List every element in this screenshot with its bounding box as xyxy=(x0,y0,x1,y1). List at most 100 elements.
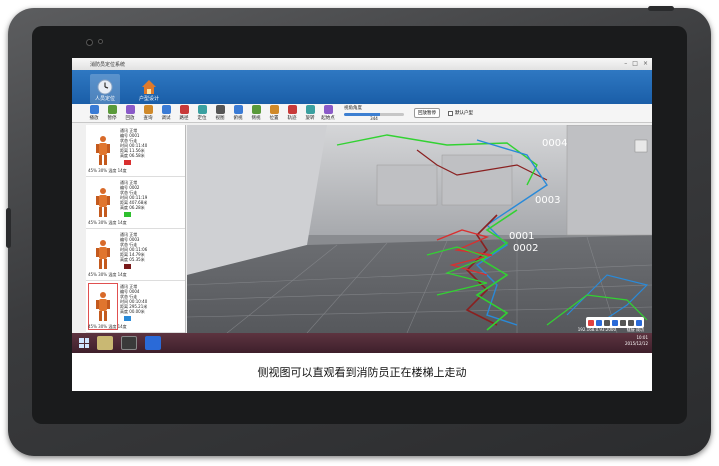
firefighter-list: 通讯 正常 编号 0001 状态 行走 时间 00:11:40 距离 11.56米 高度 … xyxy=(86,125,186,333)
firefighter-card[interactable]: 通讯 正常 编号 0004 状态 行走 时间 00:10:40 距离 295.21米 高度… xyxy=(86,281,185,333)
toolbar-button-label: 查询 xyxy=(143,116,153,121)
ip-address: 192.168.0.93:2000 xyxy=(577,327,616,332)
clock-icon xyxy=(97,79,113,95)
view-angle-control: 视角角度 344 xyxy=(344,105,404,121)
toolbar-button-label: 位置 xyxy=(269,116,279,121)
tag-0002: 0002 xyxy=(513,243,539,254)
battery-temperature: 45% 30% 温度 14度 xyxy=(88,324,127,329)
side-view-3d[interactable]: 0004 0003 0001 0002 xyxy=(187,125,652,333)
ribbon-tab-label: 户型设计 xyxy=(138,96,159,102)
window-title: 消防员定位系统 xyxy=(90,61,126,68)
toolbar-button[interactable]: 侧视 xyxy=(248,105,264,121)
toolbar-button[interactable]: 暂停 xyxy=(104,105,120,121)
camera-icon xyxy=(86,39,93,46)
playback-pause-button[interactable]: 回放暂停 xyxy=(414,108,440,118)
tool-icon xyxy=(143,105,153,114)
close-icon[interactable]: × xyxy=(643,60,648,67)
file-explorer-icon[interactable] xyxy=(97,336,113,350)
tool-icon xyxy=(269,105,279,114)
toolbar-button[interactable]: 起始点 xyxy=(320,105,336,121)
battery-temperature: 45% 30% 温度 14度 xyxy=(88,220,127,225)
tool-icon xyxy=(179,105,189,114)
toolbar-button[interactable]: 视图 xyxy=(212,105,228,121)
tool-icon xyxy=(323,105,333,114)
ribbon-tab-floorplan[interactable]: 户型设计 xyxy=(134,74,164,104)
toolbar-button-label: 视图 xyxy=(215,116,225,121)
toolbar-button-label: 起始点 xyxy=(321,116,335,121)
tag-0001: 0001 xyxy=(509,231,535,242)
caption: 侧视图可以直观看到消防员正在楼梯上走动 xyxy=(72,353,652,391)
toolbar-button[interactable]: 播放 xyxy=(86,105,102,121)
browser-icon[interactable] xyxy=(145,336,161,350)
checkbox-box[interactable] xyxy=(448,110,453,116)
firefighter-figure xyxy=(88,283,118,330)
status-color-swatch xyxy=(124,212,131,217)
tool-icon xyxy=(89,105,99,114)
toolbar-button[interactable]: 位置 xyxy=(266,105,282,121)
link-status: 链接 成功 xyxy=(626,327,644,332)
tag-0003: 0003 xyxy=(535,195,561,206)
info-line: 高度 06.28米 xyxy=(120,205,145,210)
toolbar-button-label: 播放 xyxy=(89,116,99,121)
info-line: 高度 06.58米 xyxy=(120,153,145,158)
house-icon xyxy=(142,80,156,94)
ribbon-tab-locate[interactable]: 人员定位 xyxy=(90,74,120,104)
power-button[interactable] xyxy=(648,6,674,11)
toolbar-button-label: 俯视 xyxy=(233,116,243,121)
tag-0004: 0004 xyxy=(542,138,568,149)
toolbar-button-label: 轨迹 xyxy=(287,116,297,121)
toolbar-button-label: 回放 xyxy=(125,116,135,121)
status-color-swatch xyxy=(124,316,131,321)
tool-icon xyxy=(305,105,315,114)
toolbar-button[interactable]: 定位 xyxy=(194,105,210,121)
toolbar: 播放 暂停 回放 查询 调试 路径 定位 视图 俯视 侧视 位置 轨迹 旋转 起始点 视角角度 344 回放暂停… xyxy=(72,104,652,123)
ribbon-tab-label: 人员定位 xyxy=(94,96,115,102)
default-floorplan-checkbox[interactable]: 默认户型 xyxy=(448,110,473,116)
toolbar-button[interactable]: 旋转 xyxy=(302,105,318,121)
firefighter-card[interactable]: 通讯 正常 编号 0002 状态 行走 时间 00:11:19 距离 407.68米 高度… xyxy=(86,177,185,229)
tool-icon xyxy=(233,105,243,114)
maximize-icon[interactable]: □ xyxy=(632,60,638,67)
taskbar: 10:01 2015/12/12 xyxy=(72,333,652,353)
toolbar-button-label: 旋转 xyxy=(305,116,315,121)
toolbar-button[interactable]: 回放 xyxy=(122,105,138,121)
toolbar-button[interactable]: 查询 xyxy=(140,105,156,121)
tool-icon xyxy=(197,105,207,114)
sensor-icon xyxy=(98,39,103,44)
system-tray: 10:01 2015/12/12 xyxy=(625,335,648,347)
firefighter-info: 通讯 正常 编号 0002 状态 行走 时间 00:11:19 距离 407.68米 高度… xyxy=(120,177,185,228)
firefighter-card[interactable]: 通讯 正常 编号 0001 状态 行走 时间 00:11:40 距离 11.56米 高度 … xyxy=(86,125,185,177)
start-button[interactable] xyxy=(79,338,89,348)
firefighter-info: 通讯 正常 编号 0004 状态 行走 时间 00:10:40 距离 295.21米 高度… xyxy=(120,281,185,332)
toolbar-button[interactable]: 调试 xyxy=(158,105,174,121)
app-screen: 消防员定位系统 – □ × 人员定位 户型设计 播放 暂停 回放 查询 调试 路径 定位 视图… xyxy=(72,58,652,391)
tool-icon xyxy=(287,105,297,114)
scene-3d xyxy=(187,125,652,333)
battery-temperature: 45% 30% 温度 14度 xyxy=(88,168,127,173)
ribbon: 人员定位 户型设计 xyxy=(72,70,652,104)
tool-icon xyxy=(161,105,171,114)
toolbar-button[interactable]: 轨迹 xyxy=(284,105,300,121)
volume-button[interactable] xyxy=(6,208,11,248)
toolbar-button-label: 路径 xyxy=(179,116,189,121)
tool-icon xyxy=(107,105,117,114)
app-window-icon[interactable] xyxy=(121,336,137,350)
slider-label: 视角角度 xyxy=(344,106,362,111)
view-angle-slider[interactable] xyxy=(344,113,404,116)
toolbar-button[interactable]: 路径 xyxy=(176,105,192,121)
toolbar-button-label: 侧视 xyxy=(251,116,261,121)
info-line: 高度 05.35米 xyxy=(120,257,145,262)
tool-icon xyxy=(215,105,225,114)
battery-temperature: 45% 30% 温度 14度 xyxy=(88,272,127,277)
toolbar-button-label: 调试 xyxy=(161,116,171,121)
toolbar-button[interactable]: 俯视 xyxy=(230,105,246,121)
minimize-icon[interactable]: – xyxy=(624,60,627,67)
firefighter-info: 通讯 正常 编号 0001 状态 行走 时间 00:11:40 距离 11.56米 高度 … xyxy=(120,125,185,176)
firefighter-info: 通讯 正常 编号 0003 状态 行走 时间 00:11:06 距离 14.79米 高度 … xyxy=(120,229,185,280)
tool-icon xyxy=(125,105,135,114)
firefighter-card[interactable]: 通讯 正常 编号 0003 状态 行走 时间 00:11:06 距离 14.79米 高度 … xyxy=(86,229,185,281)
toolbar-button-label: 定位 xyxy=(197,116,207,121)
status-color-swatch xyxy=(124,160,131,165)
view-cube-icon[interactable] xyxy=(634,139,648,153)
title-bar: 消防员定位系统 – □ × xyxy=(72,58,652,70)
